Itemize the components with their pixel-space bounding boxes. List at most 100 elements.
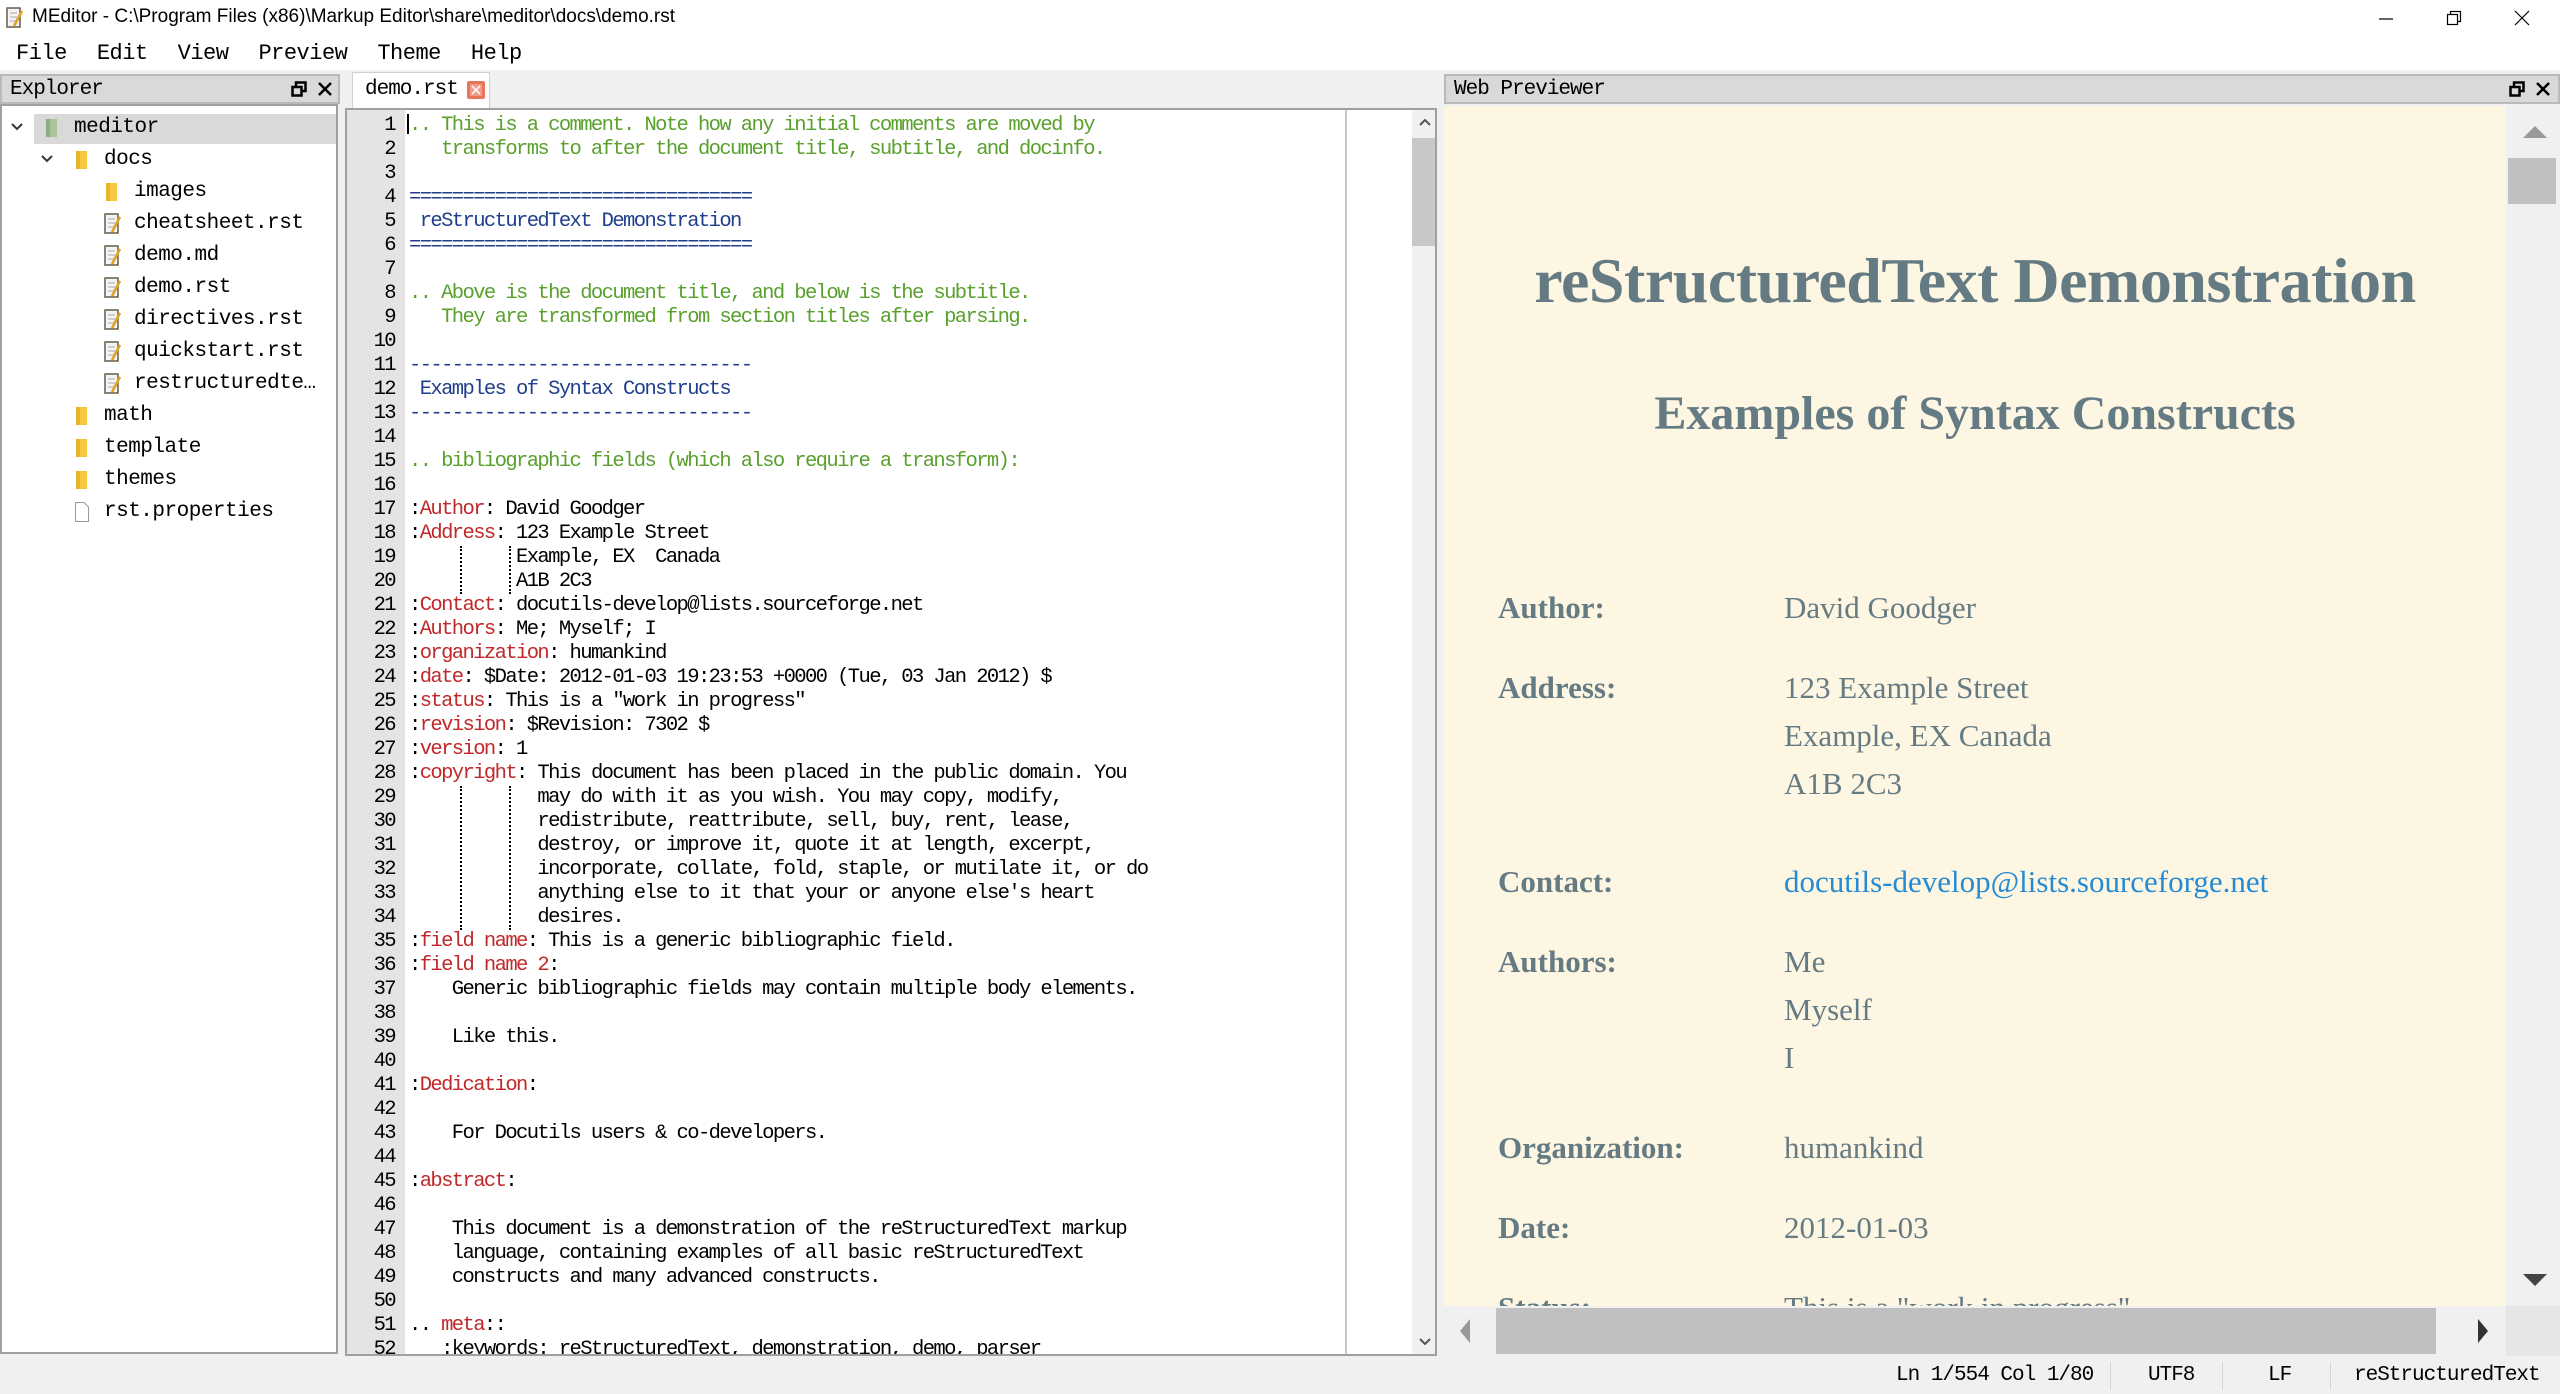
- menu-file[interactable]: File: [0, 41, 81, 66]
- token-plain: : This is a "work in progress": [483, 690, 807, 713]
- docinfo-label: Contact:: [1498, 864, 1614, 899]
- menu-edit[interactable]: Edit: [81, 41, 162, 66]
- tree-item[interactable]: quickstart.rst: [2, 338, 336, 368]
- docinfo-value[interactable]: docutils-develop@lists.sourceforge.net: [1784, 858, 2268, 906]
- docinfo-value-line: David Goodger: [1784, 590, 1976, 625]
- token-plain: :: [409, 954, 421, 977]
- tree-item[interactable]: directives.rst: [2, 306, 336, 336]
- line-text: ================================: [409, 234, 753, 258]
- code-editor[interactable]: 1 .. This is a comment. Note how any init…: [345, 108, 1437, 1356]
- editor-vertical-scrollbar[interactable]: [1412, 110, 1435, 1354]
- tree-item[interactable]: template: [2, 434, 336, 464]
- restore-icon: [2446, 10, 2462, 26]
- explorer-header: Explorer: [0, 74, 340, 104]
- code-line: 27:version: 1: [347, 738, 1337, 762]
- menu-theme[interactable]: Theme: [361, 41, 455, 66]
- scroll-up-icon[interactable]: [2522, 124, 2548, 140]
- previewer-float-button[interactable]: [2508, 79, 2526, 99]
- token-plain: ::: [483, 1314, 507, 1337]
- tree-item[interactable]: rst.properties: [2, 498, 336, 528]
- code-line: 12 Examples of Syntax Constructs: [347, 378, 1337, 402]
- line-ending-indicator[interactable]: LF: [2268, 1364, 2292, 1387]
- close-tab-button[interactable]: [467, 81, 485, 99]
- minimize-button[interactable]: [2352, 0, 2420, 36]
- tree-item[interactable]: math: [2, 402, 336, 432]
- menu-help[interactable]: Help: [455, 41, 536, 66]
- docinfo-label: Address:: [1498, 670, 1617, 705]
- tab-demo-rst[interactable]: demo.rst: [352, 72, 490, 108]
- token-plain: may do with it as you wish. You may copy…: [409, 786, 1063, 809]
- docinfo-value-line: 2012-01-03: [1784, 1210, 1929, 1245]
- line-number: 52: [373, 1338, 397, 1356]
- tree-item[interactable]: restructuredte…: [2, 370, 336, 400]
- preview-vertical-scrollbar[interactable]: [2506, 106, 2560, 1306]
- tree-item[interactable]: demo.md: [2, 242, 336, 272]
- status-separator: [2330, 1362, 2331, 1390]
- document-icon: [104, 277, 122, 299]
- line-text: :field name 2:: [409, 954, 560, 978]
- explorer-close-button[interactable]: [316, 79, 334, 99]
- tree-item[interactable]: demo.rst: [2, 274, 336, 304]
- tree-item[interactable]: themes: [2, 466, 336, 496]
- explorer-tree[interactable]: meditor docs images cheatsheet.rst demo.md de…: [0, 104, 338, 1354]
- tree-item[interactable]: meditor: [11, 114, 336, 144]
- line-number: 5: [384, 210, 396, 233]
- code-line: 36:field name 2:: [347, 954, 1337, 978]
- tree-item[interactable]: images: [2, 178, 336, 208]
- web-preview[interactable]: reStructuredText Demonstration Examples …: [1444, 106, 2506, 1306]
- document-icon: [104, 373, 122, 395]
- token-plain: desires.: [409, 906, 624, 929]
- language-indicator[interactable]: reStructuredText: [2354, 1364, 2541, 1387]
- line-number: 8: [384, 282, 396, 305]
- line-text: :status: This is a "work in progress": [409, 690, 807, 714]
- status-separator: [2110, 1362, 2111, 1390]
- editor-scroll-thumb[interactable]: [1412, 138, 1435, 246]
- token-title: reStructuredText Demonstration: [409, 210, 743, 233]
- encoding-indicator[interactable]: UTF8: [2148, 1364, 2195, 1387]
- status-bar: Ln 1/554 Col 1/80 UTF8 LF reStructuredTe…: [0, 1356, 2560, 1394]
- preview-scroll-thumb[interactable]: [2508, 158, 2556, 204]
- tree-item-label: meditor: [74, 116, 159, 139]
- explorer-float-button[interactable]: [290, 79, 308, 99]
- tree-item-label: template: [104, 436, 201, 459]
- line-text: For Docutils users & co-developers.: [409, 1122, 828, 1146]
- token-plain: : Me; Myself; I: [494, 618, 657, 641]
- docinfo-value-line: Me: [1784, 944, 1826, 979]
- tree-item[interactable]: docs: [2, 146, 336, 176]
- email-link[interactable]: docutils-develop@lists.sourceforge.net: [1784, 858, 2268, 906]
- docinfo-label: Status:: [1498, 1290, 1591, 1306]
- line-number: 7: [384, 258, 396, 281]
- tree-item-label: math: [104, 404, 153, 427]
- tree-item[interactable]: cheatsheet.rst: [2, 210, 336, 240]
- line-text: :Address: 123 Example Street: [409, 522, 710, 546]
- scroll-down-icon[interactable]: [1418, 1336, 1432, 1348]
- token-plain: : This is a generic bibliographic field.: [526, 930, 957, 953]
- token-field: status: [419, 690, 486, 713]
- token-field: organization: [419, 642, 550, 665]
- code-line: 26:revision: $Revision: 7302 $: [347, 714, 1337, 738]
- tree-item-label: directives.rst: [134, 308, 304, 331]
- indent-guide: [509, 546, 511, 594]
- restore-button[interactable]: [2420, 0, 2488, 36]
- chevron-down-icon[interactable]: [40, 152, 54, 166]
- chevron-down-icon[interactable]: [10, 120, 24, 134]
- menu-preview[interactable]: Preview: [242, 41, 361, 66]
- scroll-down-icon[interactable]: [2522, 1272, 2548, 1288]
- scroll-right-icon[interactable]: [2476, 1318, 2490, 1344]
- docinfo-value: David Goodger: [1784, 584, 1976, 632]
- code-line: 18:Address: 123 Example Street: [347, 522, 1337, 546]
- code-line: 11 --------------------------------: [347, 354, 1337, 378]
- code-line: 4 ================================: [347, 186, 1337, 210]
- close-window-button[interactable]: [2488, 0, 2556, 36]
- token-field: abstract: [419, 1170, 507, 1193]
- preview-hscroll-thumb[interactable]: [1496, 1308, 2436, 1354]
- scroll-up-icon[interactable]: [1418, 116, 1432, 128]
- line-number: 34: [373, 906, 397, 929]
- scroll-left-icon[interactable]: [1458, 1318, 1472, 1344]
- minimize-icon: [2379, 18, 2393, 20]
- preview-horizontal-scrollbar[interactable]: [1444, 1306, 2506, 1356]
- previewer-close-button[interactable]: [2534, 79, 2552, 99]
- token-plain: A1B 2C3: [409, 570, 593, 593]
- menu-bar: File Edit View Preview Theme Help: [0, 36, 2560, 70]
- menu-view[interactable]: View: [162, 41, 243, 66]
